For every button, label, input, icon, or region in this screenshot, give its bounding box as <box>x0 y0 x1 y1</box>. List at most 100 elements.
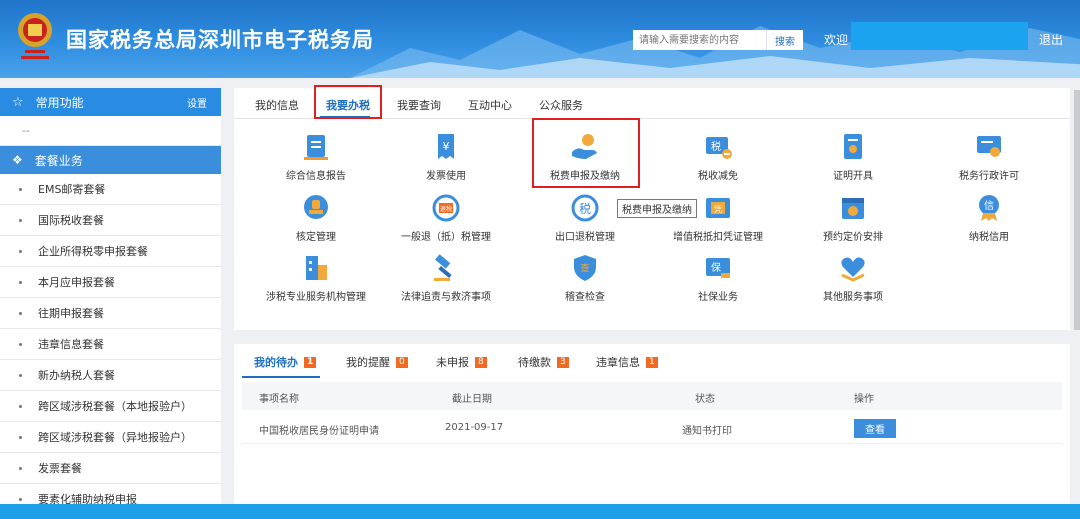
page-scrollbar[interactable] <box>1074 90 1080 330</box>
tab-my-todo[interactable]: 我的待办 1 <box>254 354 317 370</box>
certificate-icon <box>844 134 862 159</box>
sidebar-packages-header[interactable]: ❖ 套餐业务 <box>0 146 221 174</box>
sidebar-item[interactable]: 企业所得税零申报套餐 <box>0 236 221 267</box>
tab-undeclared[interactable]: 未申报 8 <box>436 354 487 370</box>
func-legal-remedy[interactable]: 法律追责与救济事项 <box>376 253 516 303</box>
bullet-icon <box>19 249 22 253</box>
sidebar-item-label: 新办纳税人套餐 <box>38 369 115 382</box>
tab-my-query[interactable]: 我要查询 <box>397 97 441 113</box>
func-label: 综合信息报告 <box>286 171 346 182</box>
sidebar-item[interactable]: 新办纳税人套餐 <box>0 360 221 391</box>
credit-medal-icon: 信 <box>979 195 999 221</box>
func-label: 发票使用 <box>426 171 466 182</box>
tab-label: 我的提醒 <box>346 356 390 369</box>
column-header: 操作 <box>854 394 874 405</box>
sidebar-packages-label: 套餐业务 <box>34 153 83 168</box>
tooltip: 税费申报及缴纳 <box>617 199 697 218</box>
sidebar-item-label: 跨区域涉税套餐（异地报验户） <box>38 431 192 444</box>
count-badge: 0 <box>396 356 408 368</box>
sidebar-item-label: 本月应申报套餐 <box>38 276 115 289</box>
tab-highlight-box <box>314 85 382 119</box>
func-admin-license[interactable]: 税务行政许可 <box>919 132 1059 182</box>
invoice-icon: ¥ <box>438 134 454 159</box>
func-assessment[interactable]: 核定管理 <box>246 193 386 243</box>
func-other-services[interactable]: 其他服务事项 <box>783 253 923 303</box>
sidebar-item[interactable]: 国际税收套餐 <box>0 205 221 236</box>
func-label: 稽查检查 <box>565 292 605 303</box>
view-button[interactable]: 查看 <box>854 419 896 438</box>
sidebar-item[interactable]: 跨区域涉税套餐（本地报验户） <box>0 391 221 422</box>
func-general-refund[interactable]: 退税 一般退（抵）税管理 <box>376 193 516 243</box>
layers-icon: ❖ <box>12 153 23 167</box>
svg-text:退税: 退税 <box>440 205 452 213</box>
func-label: 法律追责与救济事项 <box>401 292 491 303</box>
search-button[interactable]: 搜索 <box>766 30 803 50</box>
stamp-icon <box>304 195 328 219</box>
sidebar-common-label: 常用功能 <box>35 95 84 110</box>
sidebar-common-header[interactable]: ☆ 常用功能 设置 <box>0 88 221 116</box>
count-badge: 1 <box>646 356 658 368</box>
license-icon <box>977 136 1001 157</box>
sidebar-setting-link[interactable]: 设置 <box>187 95 207 110</box>
tab-interaction[interactable]: 互动中心 <box>468 97 512 113</box>
star-icon: ☆ <box>12 94 24 110</box>
func-tax-reduction[interactable]: 税 税收减免 <box>648 132 788 182</box>
sidebar-item-label: 违章信息套餐 <box>38 338 104 351</box>
todo-panel: 我的待办 1 我的提醒 0 未申报 8 待缴款 3 违章信息 1 事项名称 截止日期 状态… <box>234 344 1070 504</box>
func-label: 纳税信用 <box>969 232 1009 243</box>
func-label: 税务行政许可 <box>959 171 1019 182</box>
svg-text:¥: ¥ <box>443 140 450 153</box>
todo-tabs: 我的待办 1 我的提醒 0 未申报 8 待缴款 3 违章信息 1 <box>234 344 1070 379</box>
func-inspection[interactable]: 查 稽查检查 <box>515 253 655 303</box>
sidebar-item-label: 国际税收套餐 <box>38 214 104 227</box>
svg-text:税: 税 <box>711 140 721 153</box>
table-header: 事项名称 截止日期 状态 操作 <box>242 382 1062 410</box>
tab-public-service[interactable]: 公众服务 <box>539 97 583 113</box>
active-tab-indicator <box>242 376 320 378</box>
svg-text:税: 税 <box>579 202 591 216</box>
document-icon <box>304 135 328 160</box>
tab-my-info[interactable]: 我的信息 <box>255 97 299 113</box>
building-icon <box>306 256 327 280</box>
site-title: 国家税务总局深圳市电子税务局 <box>66 28 374 52</box>
sidebar: ☆ 常用功能 设置 -- ❖ 套餐业务 EMS邮寄套餐 国际税收套餐 企业所得税… <box>0 88 221 519</box>
sidebar-item[interactable]: 跨区域涉税套餐（异地报验户） <box>0 422 221 453</box>
func-label: 证明开具 <box>833 171 873 182</box>
bullet-icon <box>19 311 22 315</box>
bullet-icon <box>19 218 22 222</box>
search-input[interactable] <box>633 30 766 50</box>
tab-label: 待缴款 <box>518 356 551 369</box>
heart-hand-icon <box>841 257 865 282</box>
func-social-insurance[interactable]: 保 社保业务 <box>648 253 788 303</box>
tab-violations[interactable]: 违章信息 1 <box>596 354 658 370</box>
func-agency-management[interactable]: 涉税专业服务机构管理 <box>246 253 386 303</box>
tab-label: 未申报 <box>436 356 469 369</box>
item-name: 中国税收居民身份证明申请 <box>259 426 379 437</box>
sidebar-item[interactable]: 本月应申报套餐 <box>0 267 221 298</box>
bullet-icon <box>19 373 22 377</box>
sidebar-item[interactable]: EMS邮寄套餐 <box>0 174 221 205</box>
table-row: 中国税收居民身份证明申请 2021-09-17 通知书打印 查看 <box>242 414 1062 444</box>
func-tax-credit[interactable]: 信 纳税信用 <box>919 193 1059 243</box>
func-label: 一般退（抵）税管理 <box>401 232 491 243</box>
svg-text:凭: 凭 <box>714 204 722 214</box>
func-info-report[interactable]: 综合信息报告 <box>246 132 386 182</box>
column-header: 状态 <box>695 394 715 405</box>
tab-reminders[interactable]: 我的提醒 0 <box>346 354 408 370</box>
logout-link[interactable]: 退出 <box>1039 31 1063 48</box>
func-certificate[interactable]: 证明开具 <box>783 132 923 182</box>
func-invoice-use[interactable]: ¥ 发票使用 <box>376 132 516 182</box>
svg-text:查: 查 <box>580 262 589 274</box>
item-deadline: 2021-09-17 <box>445 422 504 433</box>
tax-reduction-icon: 税 <box>706 137 732 159</box>
sidebar-common-empty: -- <box>0 116 221 146</box>
sidebar-item[interactable]: 违章信息套餐 <box>0 329 221 360</box>
sidebar-item[interactable]: 往期申报套餐 <box>0 298 221 329</box>
column-header: 截止日期 <box>452 394 492 405</box>
func-label: 其他服务事项 <box>823 292 883 303</box>
item-status: 通知书打印 <box>682 426 732 437</box>
tab-pending-payment[interactable]: 待缴款 3 <box>518 354 569 370</box>
func-pricing-arrangement[interactable]: 预约定价安排 <box>783 193 923 243</box>
sidebar-item[interactable]: 发票套餐 <box>0 453 221 484</box>
svg-text:信: 信 <box>984 200 994 212</box>
